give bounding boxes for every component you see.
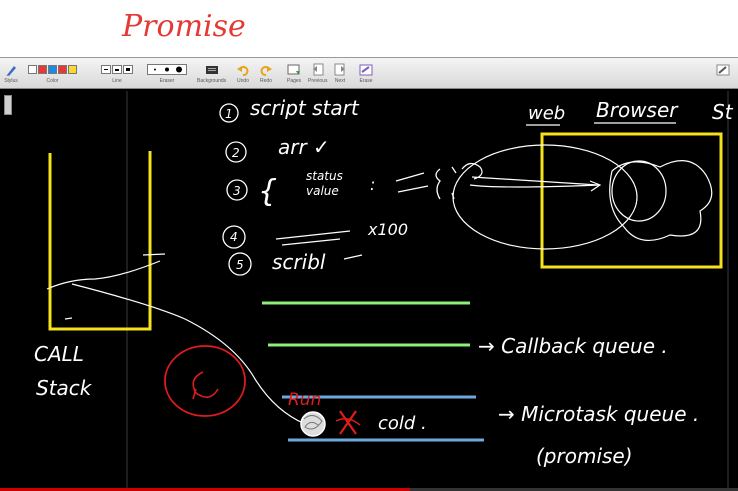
undo-button[interactable]: Undo	[236, 61, 250, 87]
svg-text:5: 5	[236, 258, 244, 272]
line-thin[interactable]	[101, 64, 111, 74]
redo-icon	[260, 65, 272, 76]
svg-text:arr ✓: arr ✓	[278, 135, 330, 159]
erase-label: Erase	[359, 78, 373, 84]
stylus-tool[interactable]: Stylus	[4, 61, 18, 87]
svg-text:script start: script start	[250, 96, 360, 120]
microtask-queue-label: → Microtask queue .	[498, 402, 699, 426]
svg-text:value: value	[306, 184, 339, 198]
scribble-ball	[300, 411, 326, 437]
st-label: St	[712, 100, 734, 124]
page-title: Promise	[121, 9, 246, 44]
step-3: 3 { status value :	[226, 166, 457, 209]
backgrounds-label: Backgrounds	[197, 78, 227, 84]
board-settings-button[interactable]	[716, 61, 730, 87]
redo-button[interactable]: Redo	[259, 61, 273, 87]
pages-icon	[287, 64, 301, 74]
cross-mark	[339, 410, 357, 435]
title-area: Promise	[0, 0, 738, 57]
whiteboard-toolbar: Stylus Color Line Eraser Backgrounds Und…	[0, 57, 738, 89]
redo-label: Redo	[260, 78, 272, 84]
undo-label: Undo	[237, 78, 249, 84]
step-1: 1 script start	[219, 96, 360, 123]
eraser-sizes-icon	[147, 63, 187, 75]
previous-label: Previous	[308, 78, 328, 84]
svg-text:status: status	[306, 169, 343, 183]
stack-label: Stack	[36, 376, 93, 400]
previous-page-icon	[312, 63, 324, 75]
color-swatch-blue[interactable]	[48, 64, 57, 74]
erase-page-icon	[359, 64, 373, 75]
svg-text:1: 1	[225, 107, 233, 121]
svg-text:{: {	[258, 174, 277, 209]
color-swatch-red[interactable]	[38, 64, 47, 74]
browser-label: Browser	[596, 98, 679, 122]
color-tool[interactable]: Color	[28, 61, 77, 87]
event-loop-drawing	[164, 345, 246, 417]
eraser-label: Eraser	[159, 78, 175, 84]
whiteboard-drawing: CALL Stack 1 script start 2 arr ✓ 3 { st…	[34, 91, 734, 489]
next-button[interactable]: Next	[333, 61, 347, 87]
callback-queue-label: → Callback queue .	[478, 334, 668, 358]
color-swatches	[28, 61, 77, 77]
title-handwriting: Promise	[121, 9, 246, 44]
backgrounds-tool[interactable]: Backgrounds	[197, 61, 226, 87]
color-swatch-white[interactable]	[28, 64, 37, 74]
line-thick[interactable]	[123, 64, 133, 74]
svg-text:4: 4	[230, 230, 238, 244]
run-label: Run	[288, 390, 321, 410]
pen-icon	[6, 65, 16, 76]
color-swatch-yellow[interactable]	[68, 64, 77, 74]
web-label: web	[528, 103, 565, 124]
undo-icon	[237, 65, 249, 76]
step-2: 2 arr ✓	[225, 135, 330, 163]
whiteboard-canvas[interactable]: CALL Stack 1 script start 2 arr ✓ 3 { st…	[0, 89, 738, 491]
svg-text::: :	[370, 175, 375, 194]
next-page-icon	[334, 63, 345, 75]
call-label: CALL	[34, 342, 84, 366]
svg-text:scribl: scribl	[272, 250, 326, 274]
cold-label: cold .	[378, 413, 427, 434]
pencil-icon	[716, 64, 730, 75]
svg-text:x100: x100	[367, 220, 408, 239]
line-tool[interactable]: Line	[101, 61, 133, 87]
call-stack-outline	[48, 151, 152, 331]
color-label: Color	[46, 78, 59, 84]
pages-label: Pages	[287, 78, 302, 84]
line-medium[interactable]	[112, 64, 122, 74]
keyboard-icon	[205, 65, 218, 74]
pages-button[interactable]: Pages	[287, 61, 301, 87]
previous-button[interactable]: Previous	[308, 61, 327, 87]
stylus-label: Stylus	[4, 78, 18, 84]
line-label: Line	[112, 78, 122, 84]
next-label: Next	[334, 78, 346, 84]
erase-button[interactable]: Erase	[359, 61, 373, 87]
step-4: 4 x100	[222, 220, 408, 249]
color-swatch-red-2[interactable]	[58, 64, 67, 74]
svg-text:3: 3	[233, 184, 241, 198]
eraser-tool[interactable]: Eraser	[147, 61, 187, 87]
promise-label: (promise)	[536, 444, 633, 468]
svg-text:2: 2	[232, 146, 240, 160]
step-5: 5 scribl	[228, 250, 363, 276]
